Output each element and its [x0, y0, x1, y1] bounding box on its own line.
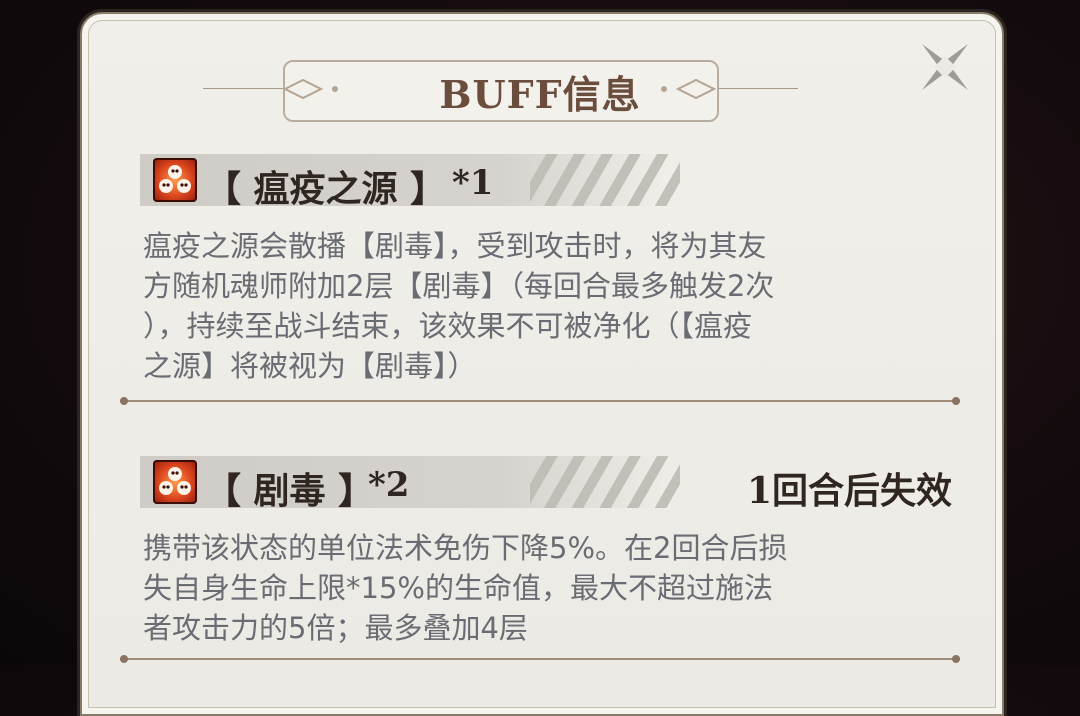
buff-name: 【 瘟疫之源 】	[205, 168, 447, 210]
description-line: 方随机魂师附加2层【剧毒】（每回合最多触发2次	[143, 269, 775, 303]
description-line: 携带该状态的单位法术免伤下降5%。在2回合后损	[143, 531, 788, 565]
close-button[interactable]	[916, 38, 974, 96]
buff-stack-count: *1	[452, 163, 494, 203]
header-stripes	[530, 154, 680, 206]
skull-cluster-icon	[153, 158, 197, 202]
description-line: ），持续至战斗结束，该效果不可被净化（【瘟疫	[143, 309, 753, 343]
description-line: 瘟疫之源会散播【剧毒】，受到攻击时，将为其友	[143, 229, 767, 263]
divider	[120, 655, 960, 663]
buff-expire-label: 1回合后失效	[746, 470, 952, 512]
skull-cluster-icon	[153, 460, 197, 504]
buff-description: 携带该状态的单位法术免伤下降5%。在2回合后损 失自身生命上限*15%的生命值，…	[143, 528, 958, 648]
buff-stack-count: *2	[368, 465, 410, 505]
description-line: 者攻击力的5倍；最多叠加4层	[143, 611, 528, 645]
description-line: 失自身生命上限*15%的生命值，最大不超过施法	[143, 571, 773, 605]
close-icon	[922, 44, 968, 90]
buff-description: 瘟疫之源会散播【剧毒】，受到攻击时，将为其友 方随机魂师附加2层【剧毒】（每回合…	[143, 226, 958, 386]
divider	[120, 397, 960, 405]
buff-name: 【 剧毒 】	[205, 470, 375, 512]
header-stripes	[530, 456, 680, 508]
description-line: 之源】将被视为【剧毒】）	[143, 349, 477, 383]
